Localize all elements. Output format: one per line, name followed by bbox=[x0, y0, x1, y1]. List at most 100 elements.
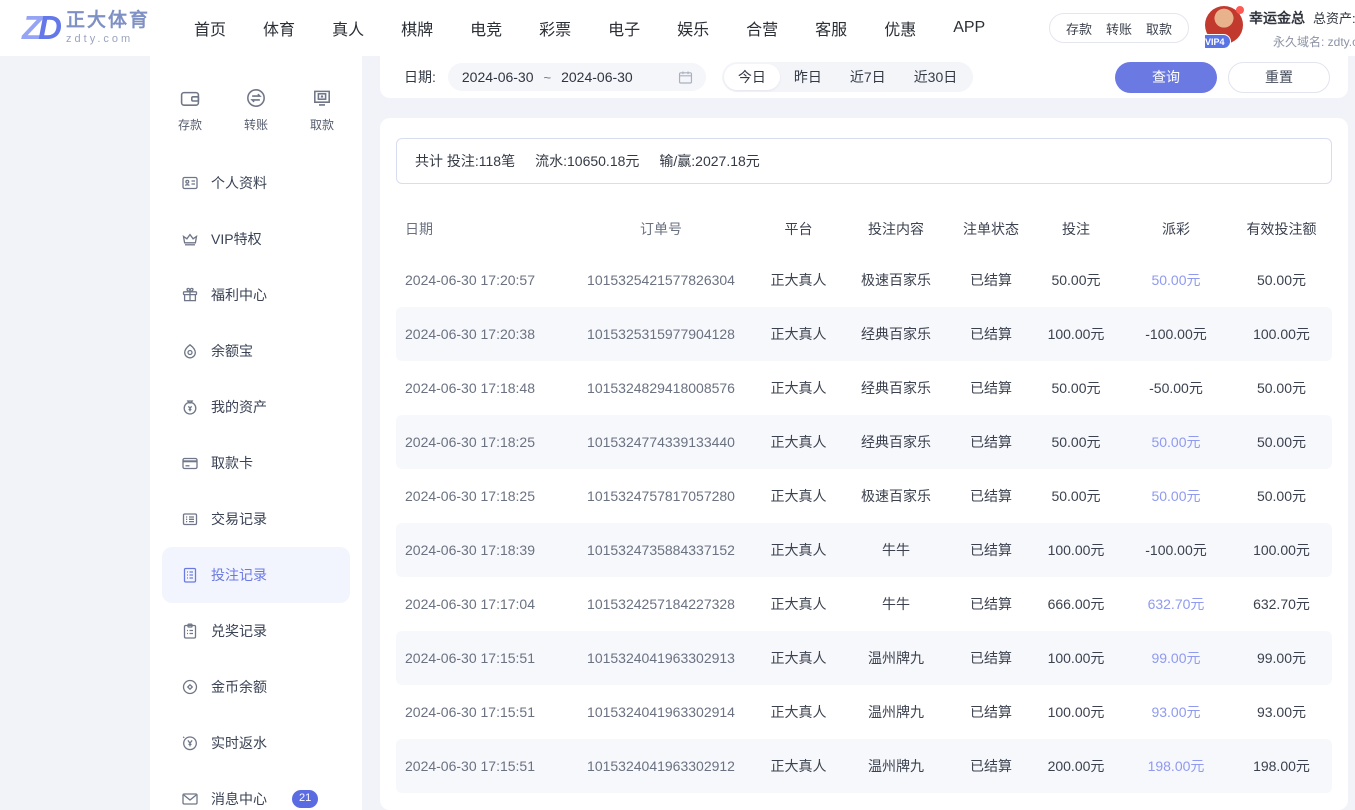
table-row: 2024-06-30 17:15:51 1015324041963302913 … bbox=[396, 631, 1332, 685]
rebate-yen-icon bbox=[180, 733, 200, 753]
nav-item-lottery[interactable]: 彩票 bbox=[539, 16, 571, 40]
col-header-bet: 投注 bbox=[1031, 219, 1121, 239]
permanent-domain: 永久域名: zdty.com bbox=[1249, 33, 1355, 50]
notification-dot bbox=[1236, 6, 1244, 14]
nav-item-live[interactable]: 真人 bbox=[332, 16, 364, 40]
col-header-payout: 派彩 bbox=[1121, 219, 1231, 239]
col-header-content: 投注内容 bbox=[841, 219, 951, 239]
nav-item-sports[interactable]: 体育 bbox=[263, 16, 295, 40]
bet-records-panel: 共计 投注:118笔 流水:10650.18元 输/赢:2027.18元 日期 … bbox=[380, 118, 1348, 810]
table-row: 2024-06-30 17:18:25 1015324774339133440 … bbox=[396, 415, 1332, 469]
reset-button[interactable]: 重置 bbox=[1228, 62, 1330, 93]
username: 幸运金总 bbox=[1249, 10, 1305, 26]
date-from: 2024-06-30 bbox=[462, 69, 534, 85]
nav-item-board-games[interactable]: 棋牌 bbox=[401, 16, 433, 40]
table-row: 2024-06-30 17:18:39 1015324735884337152 … bbox=[396, 523, 1332, 577]
transfer-icon bbox=[244, 86, 268, 110]
crown-icon bbox=[180, 229, 200, 249]
gift-icon bbox=[180, 285, 200, 305]
summary-winloss: 输/赢:2027.18元 bbox=[659, 151, 759, 171]
nav-item-partnership[interactable]: 合营 bbox=[746, 16, 778, 40]
col-header-date: 日期 bbox=[396, 219, 566, 239]
brand-name: 正大体育 bbox=[66, 11, 150, 32]
brand-logo-mark: ZD bbox=[22, 11, 58, 44]
sidebar-item-profile[interactable]: 个人资料 bbox=[162, 155, 350, 211]
table-row: 2024-06-30 17:15:51 1015324041963302914 … bbox=[396, 685, 1332, 739]
sidebar-item-transactions[interactable]: 交易记录 bbox=[162, 491, 350, 547]
nav-item-entertainment[interactable]: 娱乐 bbox=[677, 16, 709, 40]
table-row: 2024-06-30 17:17:04 1015324257184227328 … bbox=[396, 577, 1332, 631]
quick-range-group: 今日 昨日 近7日 近30日 bbox=[722, 62, 973, 92]
col-header-valid: 有效投注额 bbox=[1231, 219, 1332, 239]
user-account[interactable]: VIP4 幸运金总总资产: 永久域名: zdty.com bbox=[1205, 6, 1355, 50]
nav-item-home[interactable]: 首页 bbox=[194, 16, 226, 40]
coin-purse-icon bbox=[180, 341, 200, 361]
table-header-row: 日期 订单号 平台 投注内容 注单状态 投注 派彩 有效投注额 bbox=[396, 205, 1332, 253]
sidebar-item-assets[interactable]: 我的资产 bbox=[162, 379, 350, 435]
nav-item-esports[interactable]: 电竞 bbox=[470, 16, 502, 40]
quick-deposit-button[interactable]: 存款 bbox=[178, 86, 202, 133]
id-card-icon bbox=[180, 173, 200, 193]
withdraw-link[interactable]: 取款 bbox=[1146, 19, 1172, 38]
nav-item-promos[interactable]: 优惠 bbox=[884, 16, 916, 40]
sidebar-item-rebate[interactable]: 实时返水 bbox=[162, 715, 350, 771]
table-row: 2024-06-30 17:20:57 1015325421577826304 … bbox=[396, 253, 1332, 307]
sidebar-item-yuebao[interactable]: 余额宝 bbox=[162, 323, 350, 379]
table-row: 2024-06-30 17:15:51 1015324041963302912 … bbox=[396, 739, 1332, 793]
sidebar: 存款 转账 取款 个人资料 VIP特权 福利中心 bbox=[150, 56, 362, 810]
search-button[interactable]: 查询 bbox=[1115, 62, 1217, 93]
filter-bar: 日期: 2024-06-30 ~ 2024-06-30 今日 昨日 近7日 近3… bbox=[380, 56, 1348, 98]
bet-records-table: 日期 订单号 平台 投注内容 注单状态 投注 派彩 有效投注额 2024-06-… bbox=[396, 205, 1332, 793]
sidebar-item-withdraw-card[interactable]: 取款卡 bbox=[162, 435, 350, 491]
table-row: 2024-06-30 17:18:25 1015324757817057280 … bbox=[396, 469, 1332, 523]
header: ZD 正大体育 zdty.com 首页 体育 真人 棋牌 电竞 彩票 电子 娱乐… bbox=[0, 0, 1355, 56]
range-yesterday-button[interactable]: 昨日 bbox=[780, 64, 836, 90]
range-today-button[interactable]: 今日 bbox=[724, 64, 780, 90]
sidebar-item-coin-balance[interactable]: 金币余额 bbox=[162, 659, 350, 715]
sidebar-item-prize-records[interactable]: 兑奖记录 bbox=[162, 603, 350, 659]
nav-item-app[interactable]: APP bbox=[953, 19, 985, 37]
summary-total: 共计 投注:118笔 bbox=[415, 151, 515, 171]
nav-item-slots[interactable]: 电子 bbox=[608, 16, 640, 40]
summary-bar: 共计 投注:118笔 流水:10650.18元 输/赢:2027.18元 bbox=[396, 138, 1332, 184]
sidebar-item-messages[interactable]: 消息中心 21 bbox=[162, 771, 350, 810]
sidebar-item-bet-records[interactable]: 投注记录 bbox=[162, 547, 350, 603]
quick-withdraw-button[interactable]: 取款 bbox=[310, 86, 334, 133]
quick-transfer-button[interactable]: 转账 bbox=[244, 86, 268, 133]
sidebar-menu: 个人资料 VIP特权 福利中心 余额宝 我的资产 取款卡 bbox=[150, 155, 362, 810]
ledger-icon bbox=[180, 509, 200, 529]
total-assets-label: 总资产: bbox=[1313, 11, 1355, 26]
sidebar-item-welfare[interactable]: 福利中心 bbox=[162, 267, 350, 323]
range-7days-button[interactable]: 近7日 bbox=[836, 64, 900, 90]
deposit-link[interactable]: 存款 bbox=[1066, 19, 1092, 38]
page: ZD 正大体育 zdty.com 首页 体育 真人 棋牌 电竞 彩票 电子 娱乐… bbox=[0, 0, 1355, 810]
money-bag-icon bbox=[180, 397, 200, 417]
coin-icon bbox=[180, 677, 200, 697]
brand-domain: zdty.com bbox=[66, 33, 150, 45]
transfer-link[interactable]: 转账 bbox=[1106, 19, 1132, 38]
table-row: 2024-06-30 17:20:38 1015325315977904128 … bbox=[396, 307, 1332, 361]
vip-badge: VIP4 bbox=[1205, 34, 1231, 49]
table-row: 2024-06-30 17:18:48 1015324829418008576 … bbox=[396, 361, 1332, 415]
atm-icon bbox=[310, 86, 334, 110]
nav-item-support[interactable]: 客服 bbox=[815, 16, 847, 40]
document-icon bbox=[180, 565, 200, 585]
col-header-platform: 平台 bbox=[756, 219, 841, 239]
sidebar-item-vip[interactable]: VIP特权 bbox=[162, 211, 350, 267]
wallet-actions: 存款 转账 取款 bbox=[1049, 13, 1189, 43]
brand-logo[interactable]: ZD 正大体育 zdty.com bbox=[22, 11, 150, 46]
date-range-input[interactable]: 2024-06-30 ~ 2024-06-30 bbox=[448, 63, 706, 91]
calendar-icon bbox=[677, 69, 694, 86]
col-header-order: 订单号 bbox=[566, 219, 756, 239]
date-label: 日期: bbox=[404, 67, 436, 87]
date-to: 2024-06-30 bbox=[561, 69, 633, 85]
mail-icon bbox=[180, 789, 200, 809]
bank-card-icon bbox=[180, 453, 200, 473]
unread-count-badge: 21 bbox=[292, 790, 318, 807]
summary-turnover: 流水:10650.18元 bbox=[535, 151, 639, 171]
clipboard-icon bbox=[180, 621, 200, 641]
col-header-status: 注单状态 bbox=[951, 219, 1031, 239]
range-30days-button[interactable]: 近30日 bbox=[900, 64, 972, 90]
top-navigation: 首页 体育 真人 棋牌 电竞 彩票 电子 娱乐 合营 客服 优惠 APP bbox=[194, 16, 985, 40]
wallet-icon bbox=[178, 86, 202, 110]
